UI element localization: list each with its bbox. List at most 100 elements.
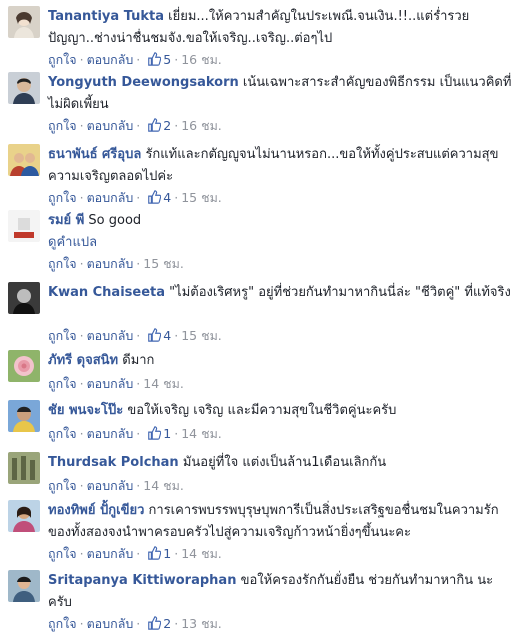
comment-time[interactable]: 16 ชม. xyxy=(181,52,222,67)
comment-time[interactable]: 14 ชม. xyxy=(143,478,184,493)
comment-author[interactable]: Thurdsak Polchan xyxy=(48,455,179,470)
thumbs-up-icon xyxy=(147,118,162,132)
comment-time[interactable]: 13 ชม. xyxy=(181,616,222,631)
separator-dot: · xyxy=(79,256,84,271)
separator-dot: · xyxy=(174,118,179,133)
comment-body: ชัย พนจะโป๊ะ ขอให้เจริญ เจริญ และมีความส… xyxy=(48,400,514,422)
separator-dot: · xyxy=(79,478,84,493)
comment-text: So good xyxy=(88,213,142,228)
reply-link[interactable]: ตอบกลับ xyxy=(87,426,134,441)
reply-link[interactable]: ตอบกลับ xyxy=(87,118,134,133)
comment-time[interactable]: 14 ชม. xyxy=(181,426,222,441)
separator-dot: · xyxy=(136,616,141,631)
separator-dot: · xyxy=(79,190,84,205)
comment-body: Sritapanya Kittiworaphan ขอให้ครองรักกัน… xyxy=(48,570,514,614)
thumbs-up-icon xyxy=(147,52,162,66)
like-link[interactable]: ถูกใจ xyxy=(48,52,77,67)
comment-actions: ถูกใจ · ตอบกลับ · 14 ชม. xyxy=(48,476,184,496)
comment-body: Thurdsak Polchan มันอยู่ที่ใจ แต่งเป็นล้… xyxy=(48,452,514,474)
comment-text: ขอให้เจริญ เจริญ และมีความสุขในชีวิตคู่น… xyxy=(127,403,397,418)
comment-time[interactable]: 14 ชม. xyxy=(181,546,222,561)
separator-dot: · xyxy=(136,426,141,441)
comment-time[interactable]: 16 ชม. xyxy=(181,118,222,133)
comment-author[interactable]: Kwan Chaiseeta xyxy=(48,285,165,300)
comment-list: Tanantiya Tukta เยี่ยม...ให้ความสำคัญในป… xyxy=(0,0,520,640)
comment-time[interactable]: 15 ชม. xyxy=(181,328,222,343)
comment-actions: ถูกใจ · ตอบกลับ · 5 · 16 ชม. xyxy=(48,50,222,70)
like-link[interactable]: ถูกใจ xyxy=(48,546,77,561)
avatar[interactable] xyxy=(8,72,40,104)
comment-actions: ถูกใจ · ตอบกลับ · 2 · 16 ชม. xyxy=(48,116,222,136)
avatar[interactable] xyxy=(8,570,40,602)
comment-body: รมย์ พี So good ดูคำแปล xyxy=(48,210,514,254)
comment-body: Kwan Chaiseeta "ไม่ต้องเริศหรู" อยู่ที่ช… xyxy=(48,282,514,304)
comment-time[interactable]: 15 ชม. xyxy=(181,190,222,205)
thumbs-up-icon xyxy=(147,546,162,560)
avatar[interactable] xyxy=(8,6,40,38)
separator-dot: · xyxy=(79,546,84,561)
comment-time[interactable]: 15 ชม. xyxy=(143,256,184,271)
comment-body: ธนาพันธ์ ศรีอุบล รักแท้และกตัญญูจนไม่นาน… xyxy=(48,144,514,188)
reply-link[interactable]: ตอบกลับ xyxy=(87,256,134,271)
separator-dot: · xyxy=(136,376,141,391)
like-link[interactable]: ถูกใจ xyxy=(48,190,77,205)
comment-author[interactable]: ทองทิพย์ ปั้กูเขียว xyxy=(48,503,144,518)
reply-link[interactable]: ตอบกลับ xyxy=(87,190,134,205)
thumbs-up-icon xyxy=(147,616,162,630)
like-link[interactable]: ถูกใจ xyxy=(48,616,77,631)
separator-dot: · xyxy=(79,376,84,391)
separator-dot: · xyxy=(79,426,84,441)
like-link[interactable]: ถูกใจ xyxy=(48,426,77,441)
separator-dot: · xyxy=(174,52,179,67)
avatar[interactable] xyxy=(8,282,40,314)
separator-dot: · xyxy=(174,616,179,631)
separator-dot: · xyxy=(136,478,141,493)
comment-body: Yongyuth Deewongsakorn เน้นเฉพาะสาระสำคั… xyxy=(48,72,514,116)
reply-link[interactable]: ตอบกลับ xyxy=(87,328,134,343)
separator-dot: · xyxy=(136,118,141,133)
comment-author[interactable]: ธนาพันธ์ ศรีอุบล xyxy=(48,147,141,162)
comment-body: ภัทรี ดุจสนิท ดีมาก xyxy=(48,350,514,372)
separator-dot: · xyxy=(79,52,84,67)
comment-text: มันอยู่ที่ใจ แต่งเป็นล้าน1เดือนเลิกกัน xyxy=(182,455,387,470)
avatar[interactable] xyxy=(8,210,40,242)
reply-link[interactable]: ตอบกลับ xyxy=(87,52,134,67)
separator-dot: · xyxy=(174,328,179,343)
separator-dot: · xyxy=(174,546,179,561)
comment-text: "ไม่ต้องเริศหรู" อยู่ที่ช่วยกันทำมาหากิน… xyxy=(169,285,511,300)
comment-text: ดีมาก xyxy=(122,353,155,368)
like-link[interactable]: ถูกใจ xyxy=(48,256,77,271)
separator-dot: · xyxy=(174,190,179,205)
comment-author[interactable]: ชัย พนจะโป๊ะ xyxy=(48,403,123,418)
comment-actions: ถูกใจ · ตอบกลับ · 1 · 14 ชม. xyxy=(48,424,222,444)
comment-author[interactable]: ภัทรี ดุจสนิท xyxy=(48,353,118,368)
comment-author[interactable]: Yongyuth Deewongsakorn xyxy=(48,75,239,90)
reply-link[interactable]: ตอบกลับ xyxy=(87,616,134,631)
comment-time[interactable]: 14 ชม. xyxy=(143,376,184,391)
comment-actions: ถูกใจ · ตอบกลับ · 4 · 15 ชม. xyxy=(48,188,222,208)
separator-dot: · xyxy=(136,328,141,343)
comment-author[interactable]: Tanantiya Tukta xyxy=(48,9,164,24)
avatar[interactable] xyxy=(8,400,40,432)
comment-author[interactable]: รมย์ พี xyxy=(48,213,84,228)
reply-link[interactable]: ตอบกลับ xyxy=(87,546,134,561)
like-link[interactable]: ถูกใจ xyxy=(48,328,77,343)
separator-dot: · xyxy=(136,256,141,271)
like-link[interactable]: ถูกใจ xyxy=(48,376,77,391)
avatar[interactable] xyxy=(8,144,40,176)
avatar[interactable] xyxy=(8,350,40,382)
reply-link[interactable]: ตอบกลับ xyxy=(87,376,134,391)
like-link[interactable]: ถูกใจ xyxy=(48,118,77,133)
thumbs-up-icon xyxy=(147,426,162,440)
avatar[interactable] xyxy=(8,452,40,484)
separator-dot: · xyxy=(136,52,141,67)
comment-body: ทองทิพย์ ปั้กูเขียว การเคารพบรรพบุรุษบุพ… xyxy=(48,500,514,544)
comment-actions: ถูกใจ · ตอบกลับ · 15 ชม. xyxy=(48,254,184,274)
comment-body: Tanantiya Tukta เยี่ยม...ให้ความสำคัญในป… xyxy=(48,6,514,50)
like-link[interactable]: ถูกใจ xyxy=(48,478,77,493)
separator-dot: · xyxy=(79,328,84,343)
comment-author[interactable]: Sritapanya Kittiworaphan xyxy=(48,573,236,588)
avatar[interactable] xyxy=(8,500,40,532)
reply-link[interactable]: ตอบกลับ xyxy=(87,478,134,493)
translate-link[interactable]: ดูคำแปล xyxy=(48,232,514,254)
